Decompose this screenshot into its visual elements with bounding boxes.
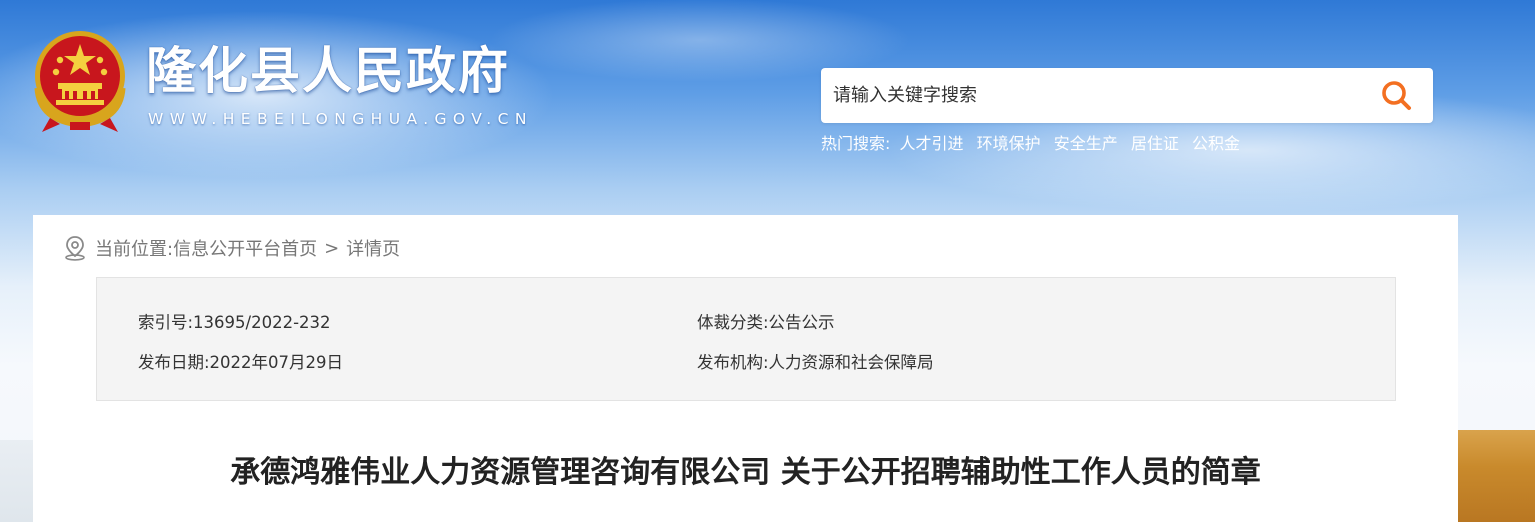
background-ground-left bbox=[0, 440, 34, 522]
hot-search: 热门搜索: 人才引进 环境保护 安全生产 居住证 公积金 bbox=[821, 130, 1248, 154]
breadcrumb-home-link[interactable]: 信息公开平台首页 bbox=[173, 235, 317, 261]
search-input[interactable] bbox=[833, 68, 1353, 123]
search-button[interactable] bbox=[1379, 78, 1415, 114]
content-card: 当前位置: 信息公开平台首页 > 详情页 索引号:13695/2022-232 … bbox=[33, 215, 1458, 522]
location-pin-icon bbox=[65, 236, 85, 261]
background-wheat-field bbox=[1445, 430, 1535, 522]
article-title: 承德鸿雅伟业人力资源管理咨询有限公司 关于公开招聘辅助性工作人员的简章 bbox=[230, 455, 1261, 490]
breadcrumb-current: 详情页 bbox=[346, 239, 401, 260]
breadcrumb: 当前位置: 信息公开平台首页 > 详情页 bbox=[63, 235, 400, 261]
breadcrumb-label: 当前位置: bbox=[95, 239, 174, 260]
breadcrumb-separator: > bbox=[324, 237, 340, 259]
hot-search-link[interactable]: 人才引进 bbox=[900, 134, 964, 153]
hot-search-link[interactable]: 居住证 bbox=[1131, 134, 1179, 153]
meta-category: 体裁分类:公告公示 bbox=[697, 313, 835, 332]
hot-search-link[interactable]: 安全生产 bbox=[1054, 134, 1118, 153]
hot-search-link[interactable]: 公积金 bbox=[1192, 134, 1240, 153]
meta-publisher: 发布机构:人力资源和社会保障局 bbox=[697, 353, 934, 372]
site-title: 隆化县人民政府 bbox=[146, 42, 510, 100]
national-emblem-icon bbox=[30, 28, 130, 134]
search-box bbox=[821, 68, 1433, 123]
site-url: WWW.HEBEILONGHUA.GOV.CN bbox=[148, 110, 533, 128]
search-icon bbox=[1382, 81, 1411, 110]
meta-index-number: 索引号:13695/2022-232 bbox=[138, 313, 331, 332]
document-meta-box: 索引号:13695/2022-232 体裁分类:公告公示 发布日期:2022年0… bbox=[96, 277, 1396, 401]
meta-publish-date: 发布日期:2022年07月29日 bbox=[138, 353, 344, 372]
hot-search-label: 热门搜索: bbox=[821, 134, 891, 153]
hot-search-link[interactable]: 环境保护 bbox=[977, 134, 1041, 153]
